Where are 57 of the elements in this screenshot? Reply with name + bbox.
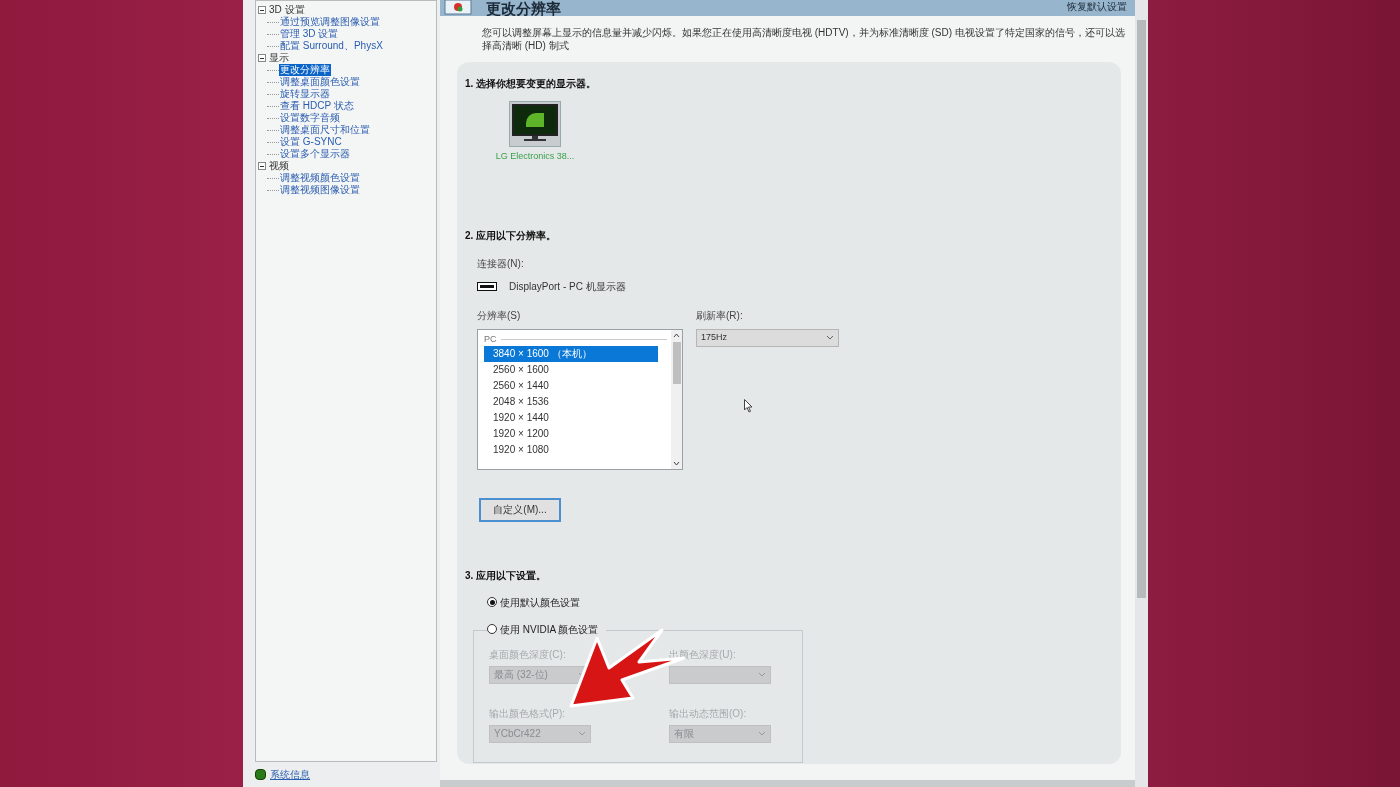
connector-label: 连接器(N): [477,256,525,271]
scrollbar[interactable] [671,329,682,469]
chevron-down-icon [758,672,766,677]
section-heading: 3. 应用以下设置。 [465,568,548,583]
expander-icon[interactable] [258,54,266,62]
resolution-label: 分辨率(S) [477,308,522,323]
description-text: 您可以调整屏幕上显示的信息量并减少闪烁。如果您正在使用高清晰度电视 (HDTV)，并为标准清晰度 (SD) 电视设置了特定国家的信号，还可以选择高清晰 (HD) 制式 [481,26,1126,52]
page-title: 更改分辨率 [486,1,561,16]
scroll-up-icon [673,331,680,340]
tree-item[interactable]: 配置 Surround、PhysX [279,40,384,52]
section-heading: 1. 选择你想要变更的显示器。 [465,77,598,91]
tree-item[interactable]: 设置多个显示器 [279,148,351,160]
chevron-down-icon [578,731,586,736]
tree-item[interactable]: 更改分辨率 [279,64,331,76]
scrollbar-thumb[interactable] [672,341,681,384]
tree-item[interactable]: 旋转显示器 [279,88,331,100]
monitor-icon[interactable] [509,101,561,147]
system-info-link[interactable]: 系统信息 [270,767,310,782]
tree-item[interactable]: 查看 HDCP 状态 [279,100,355,112]
resolution-option[interactable]: 1920 × 1200 [484,426,658,442]
nvidia-logo-icon [255,769,266,780]
resolution-option[interactable]: 2560 × 1600 [484,362,658,378]
resolution-list[interactable]: PC 3840 × 1600 （本机） 2560 × 1600 2560 × 1440 2048 × 1536 1920 × 1440 1920 × 1200 1920 × 1080 [477,328,683,470]
vertical-scrollbar[interactable] [1135,0,1148,787]
radio-label: 使用 NVIDIA 颜色设置 [500,622,599,637]
resolution-option[interactable]: 1920 × 1080 [484,442,658,458]
horizontal-scrollbar[interactable] [440,780,1135,787]
tree-item[interactable]: 调整桌面颜色设置 [279,76,361,88]
resolution-option[interactable]: 3840 × 1600 （本机） [484,346,658,362]
tree-item[interactable]: 调整桌面尺寸和位置 [279,124,371,136]
chevron-down-icon [758,731,766,736]
expander-icon[interactable] [258,6,266,14]
tree-item[interactable]: 管理 3D 设置 [279,28,340,40]
refresh-rate-label: 刷新率(R): [696,308,744,323]
tree-item[interactable]: 3D 设置 [269,4,305,16]
custom-resolution-button[interactable]: 自定义(M)... [479,497,561,522]
tree-item[interactable]: 调整视频颜色设置 [279,172,361,184]
resolution-option[interactable]: 2048 × 1536 [484,394,658,410]
section-heading: 2. 应用以下分辨率。 [465,228,558,243]
expander-icon[interactable] [258,162,266,170]
resolution-option[interactable]: 1920 × 1440 [484,410,658,426]
restore-defaults-link[interactable]: 恢复默认设置 [1067,0,1127,14]
radio-label: 使用默认颜色设置 [500,595,580,610]
tree-item[interactable]: 设置数字音频 [279,112,341,124]
resolution-option[interactable]: 2560 × 1440 [484,378,658,394]
displayport-connector-icon [477,281,497,291]
scrollbar-thumb[interactable] [1137,20,1146,598]
tree-item[interactable]: 调整视频图像设置 [279,184,361,196]
tree-item[interactable]: 设置 G-SYNC [279,136,343,148]
tree-item[interactable]: 视频 [269,160,289,172]
list-group-header: PC [484,332,497,346]
tree-item[interactable]: 显示 [269,52,289,64]
refresh-rate-dropdown[interactable]: 175Hz [696,328,839,347]
connector-value: DisplayPort - PC 机显示器 [509,279,626,294]
tree-item[interactable]: 通过预览调整图像设置 [279,16,381,28]
chevron-down-icon [826,335,834,340]
mouse-cursor-icon [744,399,753,413]
